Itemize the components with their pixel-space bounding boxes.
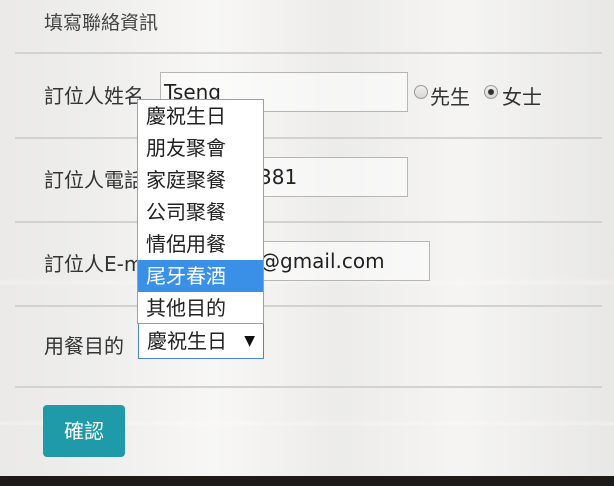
section-heading: 填寫聯絡資訊 — [44, 12, 159, 34]
gender-radio-ms[interactable] — [484, 85, 498, 99]
purpose-option[interactable]: 其他目的 — [138, 292, 263, 324]
name-label: 訂位人姓名 — [44, 84, 144, 108]
purpose-option[interactable]: 朋友聚會 — [138, 132, 263, 164]
purpose-label: 用餐目的 — [44, 334, 124, 358]
chevron-down-icon: ▼ — [244, 333, 255, 349]
purpose-option[interactable]: 公司聚餐 — [138, 196, 263, 228]
row-divider — [15, 386, 602, 388]
confirm-button[interactable]: 確認 — [43, 405, 125, 457]
page-bottom-edge — [0, 476, 614, 486]
purpose-option[interactable]: 情侶用餐 — [138, 228, 263, 260]
purpose-select[interactable]: 慶祝生日 ▼ — [138, 323, 264, 359]
purpose-dropdown-list: 慶祝生日 朋友聚會 家庭聚餐 公司聚餐 情侶用餐 尾牙春酒 其他目的 — [137, 99, 264, 324]
row-divider — [15, 137, 602, 139]
purpose-selected-value: 慶祝生日 — [147, 329, 227, 353]
phone-label: 訂位人電話 — [44, 168, 144, 192]
gender-radio-mr[interactable] — [414, 85, 428, 99]
gender-label-mr: 先生 — [430, 85, 470, 109]
purpose-option-highlighted[interactable]: 尾牙春酒 — [138, 260, 263, 292]
row-divider — [15, 221, 602, 223]
row-divider — [15, 52, 602, 54]
row-divider — [15, 305, 602, 307]
gender-label-ms: 女士 — [502, 85, 542, 109]
purpose-option[interactable]: 家庭聚餐 — [138, 164, 263, 196]
purpose-option[interactable]: 慶祝生日 — [138, 100, 263, 132]
